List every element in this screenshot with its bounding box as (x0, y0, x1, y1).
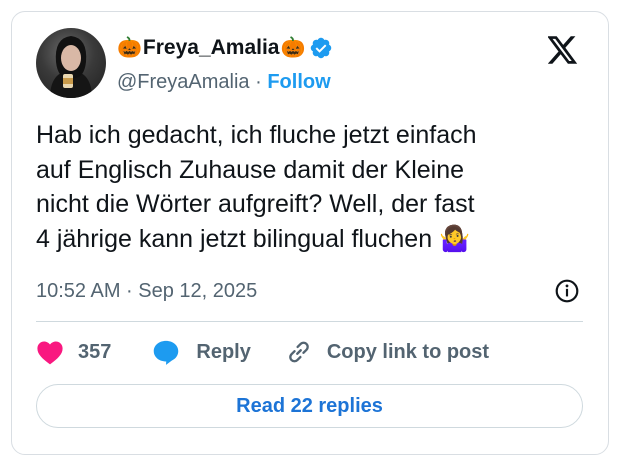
author-name-row[interactable]: 🎃 Freya_Amalia 🎃 (117, 36, 333, 60)
info-icon[interactable] (554, 278, 580, 304)
reply-bubble-icon (154, 340, 179, 365)
divider (36, 321, 583, 322)
separator: · (249, 71, 268, 93)
verified-badge-icon (311, 37, 332, 59)
read-replies-button[interactable]: Read 22 replies (36, 384, 583, 428)
reply-label: Reply (196, 340, 251, 363)
tweet-text: Hab ich gedacht, ich fluche jetzt einfac… (36, 121, 477, 253)
pumpkin-emoji: 🎃 (280, 37, 306, 59)
reply-button[interactable]: Reply (152, 339, 251, 365)
copy-link-button[interactable]: Copy link to post (285, 338, 489, 366)
heart-icon (37, 341, 63, 365)
author-handle-row: @FreyaAmalia · Follow (117, 71, 331, 94)
like-count: 357 (78, 340, 112, 363)
action-bar: 357 Reply Copy link to post (36, 336, 489, 368)
author-handle[interactable]: @FreyaAmalia (117, 71, 250, 93)
author-display-name[interactable]: Freya_Amalia (143, 36, 280, 60)
x-logo-icon[interactable] (548, 36, 578, 64)
tweet-timestamp[interactable]: 10:52 AM · Sep 12, 2025 (36, 280, 257, 303)
pumpkin-emoji: 🎃 (117, 37, 142, 59)
link-icon (289, 341, 309, 363)
read-replies-label: Read 22 replies (236, 394, 383, 417)
copy-link-label: Copy link to post (326, 340, 490, 363)
avatar[interactable] (36, 28, 106, 98)
like-button[interactable]: 357 (36, 339, 111, 365)
follow-button[interactable]: Follow (267, 71, 330, 93)
